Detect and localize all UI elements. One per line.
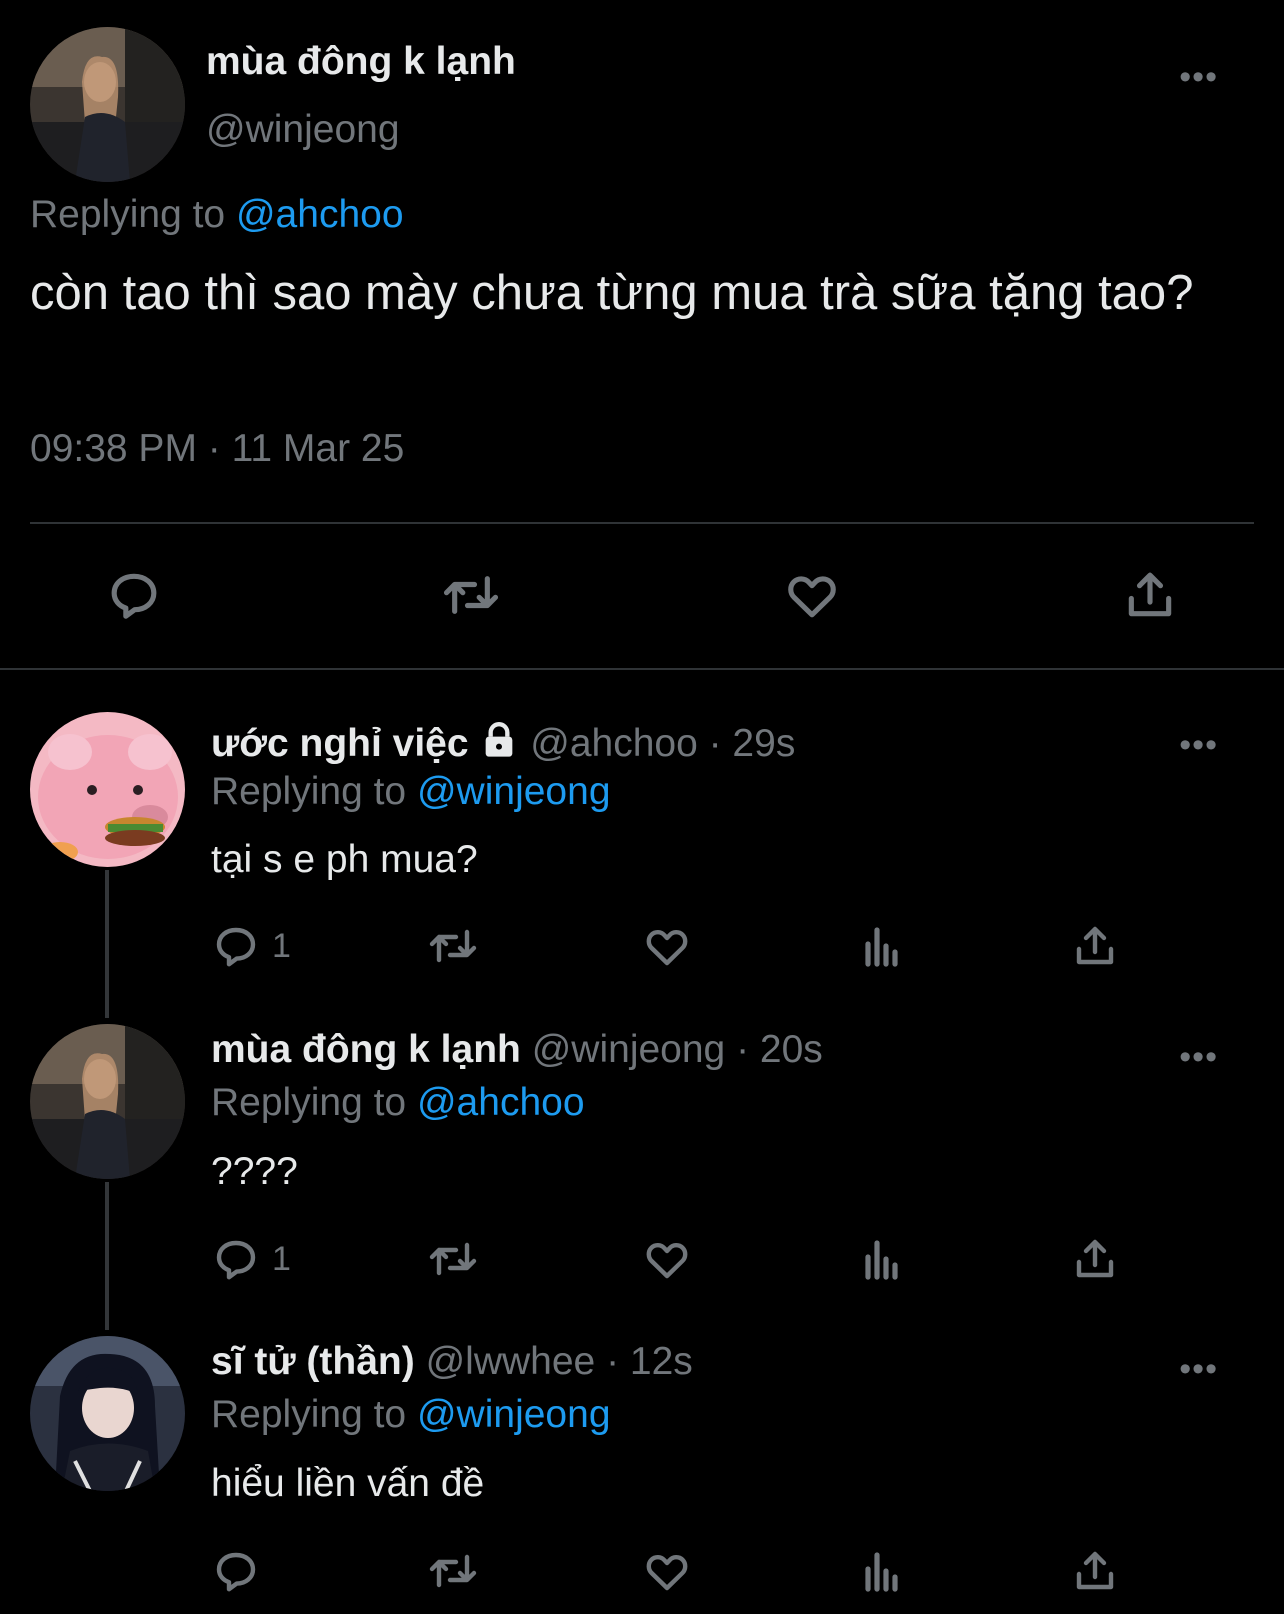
analytics-icon[interactable]: [858, 1547, 906, 1595]
more-options-icon[interactable]: •••: [1179, 728, 1218, 762]
avatar[interactable]: [30, 27, 185, 182]
display-name[interactable]: mùa đông k lạnh: [206, 40, 516, 84]
handle-time[interactable]: @lwwhee · 12s: [426, 1340, 693, 1383]
reply-text: ????: [211, 1150, 298, 1193]
share-icon[interactable]: [1071, 1235, 1119, 1283]
display-name[interactable]: ước nghỉ việc: [211, 722, 469, 765]
reply-icon: [216, 1552, 256, 1592]
reply-icon[interactable]: [106, 567, 162, 623]
replying-to-handle[interactable]: @ahchoo: [236, 193, 404, 236]
like-icon[interactable]: [642, 1235, 692, 1283]
reply-icon: [216, 1240, 256, 1280]
avatar[interactable]: [30, 712, 185, 867]
more-options-icon[interactable]: •••: [1179, 60, 1218, 94]
display-name[interactable]: mùa đông k lạnh: [211, 1028, 521, 1071]
replying-to: Replying to @winjeong: [211, 1393, 611, 1437]
replying-to-label: Replying to: [211, 1081, 407, 1124]
section-divider: [0, 668, 1284, 670]
like-icon[interactable]: [642, 1547, 692, 1595]
reply-text: tại s e ph mua?: [211, 838, 478, 881]
handle[interactable]: @winjeong: [206, 108, 400, 152]
retweet-icon[interactable]: [426, 1547, 480, 1595]
reply-icon: [216, 927, 256, 967]
retweet-icon[interactable]: [426, 922, 480, 970]
reply-header: sĩ tử (thần) @lwwhee · 12s: [211, 1340, 693, 1384]
handle-time[interactable]: @ahchoo · 29s: [530, 722, 795, 765]
thread-line: [105, 1182, 109, 1330]
share-icon[interactable]: [1071, 922, 1119, 970]
replying-to-label: Replying to: [211, 1393, 407, 1436]
reply-button[interactable]: 1: [212, 922, 291, 970]
like-icon[interactable]: [642, 922, 692, 970]
reply-button[interactable]: 1: [212, 1235, 291, 1283]
divider: [30, 522, 1254, 524]
reply-text: hiểu liền vấn đề: [211, 1462, 485, 1505]
replying-to-label: Replying to: [211, 770, 407, 813]
lock-icon: [486, 722, 513, 757]
analytics-icon[interactable]: [858, 922, 906, 970]
more-options-icon[interactable]: •••: [1179, 1040, 1218, 1074]
reply-button[interactable]: [212, 1547, 272, 1595]
share-icon[interactable]: [1122, 567, 1178, 623]
timestamp[interactable]: 09:38 PM · 11 Mar 25: [30, 427, 404, 471]
retweet-icon[interactable]: [440, 567, 502, 623]
replying-to-label: Replying to: [30, 193, 226, 236]
tweet-text: còn tao thì sao mày chưa từng mua trà sữ…: [30, 266, 1194, 320]
more-options-icon[interactable]: •••: [1179, 1352, 1218, 1386]
avatar[interactable]: [30, 1336, 185, 1491]
avatar[interactable]: [30, 1024, 185, 1179]
like-icon[interactable]: [783, 567, 841, 623]
display-name[interactable]: sĩ tử (thần): [211, 1340, 415, 1383]
replying-to: Replying to @ahchoo: [30, 193, 404, 237]
reply-header: ước nghỉ việc @ahchoo · 29s: [211, 720, 795, 766]
retweet-icon[interactable]: [426, 1235, 480, 1283]
handle-time[interactable]: @winjeong · 20s: [532, 1028, 823, 1071]
reply-header: mùa đông k lạnh @winjeong · 20s: [211, 1028, 823, 1072]
replying-to-handle[interactable]: @ahchoo: [417, 1081, 585, 1124]
replying-to-handle[interactable]: @winjeong: [417, 770, 611, 813]
share-icon[interactable]: [1071, 1547, 1119, 1595]
thread-line: [105, 870, 109, 1018]
replying-to: Replying to @ahchoo: [211, 1081, 585, 1125]
replying-to: Replying to @winjeong: [211, 770, 611, 814]
replying-to-handle[interactable]: @winjeong: [417, 1393, 611, 1436]
reply-count: 1: [272, 926, 291, 965]
reply-count: 1: [272, 1239, 291, 1278]
analytics-icon[interactable]: [858, 1235, 906, 1283]
